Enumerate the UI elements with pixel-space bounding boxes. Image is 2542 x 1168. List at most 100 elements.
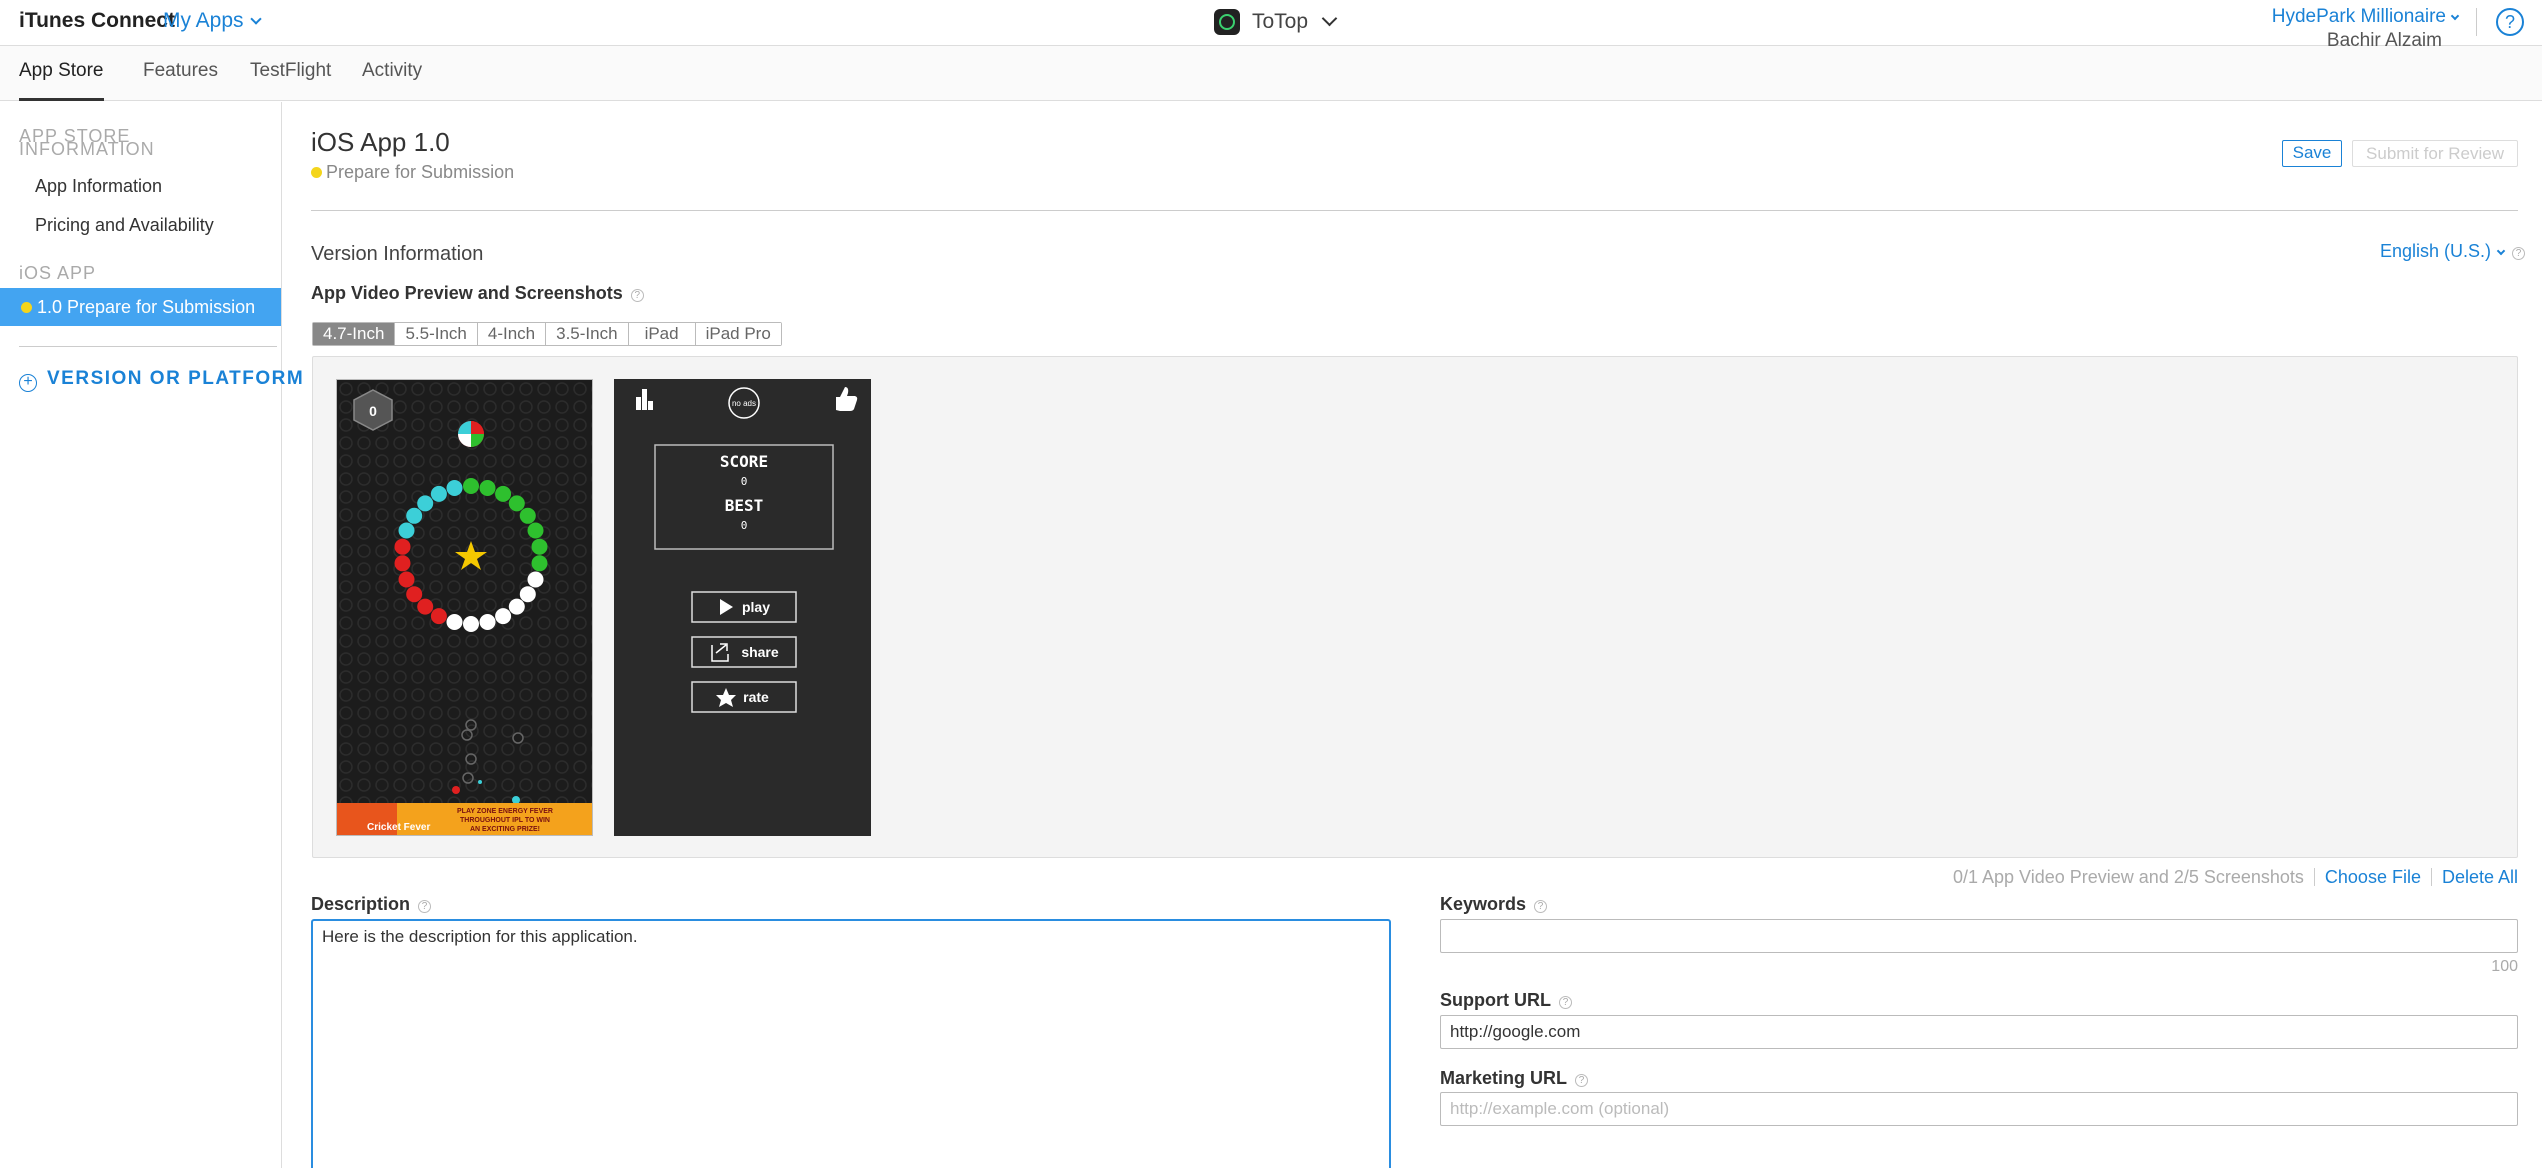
device-size-tabs: 4.7-Inch 5.5-Inch 4-Inch 3.5-Inch iPad i… [312,322,782,346]
sidebar-divider [19,346,277,347]
device-tab-5-5-inch[interactable]: 5.5-Inch [395,323,478,345]
ad-line-1: PLAY ZONE ENERGY FEVER [457,808,553,815]
description-textarea[interactable]: Here is the description for this applica… [311,919,1391,1168]
help-icon[interactable]: ? [1575,1074,1589,1087]
language-selector[interactable]: English (U.S.)? [2380,241,2526,262]
ad-line-3: AN EXCITING PRIZE! [470,826,540,833]
divider [2476,8,2477,36]
choose-file-link[interactable]: Choose File [2325,867,2421,887]
help-icon[interactable]: ? [1534,900,1548,913]
tab-bar: App Store Features TestFlight Activity [0,46,2542,101]
my-apps-label: My Apps [163,9,244,32]
tab-testflight[interactable]: TestFlight [250,60,331,82]
add-version-label: VERSION OR PLATFORM [47,368,305,389]
score-value: 0 [741,475,748,488]
ring-ball [479,614,496,630]
ring-ball [430,608,447,625]
device-tab-ipad[interactable]: iPad [628,323,696,345]
ring-ball [495,608,512,625]
ring-ball [446,480,463,496]
rate-label: rate [743,689,769,705]
ring-ball [508,598,525,615]
ring-ball [519,507,536,524]
ring-ball [398,522,415,539]
top-bar: iTunes Connect My Apps ToTop HydePark Mi… [0,0,2542,51]
ring-ball [417,495,434,512]
description-label: Description? [311,894,432,915]
support-url-input[interactable] [1440,1015,2518,1049]
no-ads-label: no ads [732,399,756,408]
ring-ball [531,538,548,555]
status-dot-icon [311,167,322,178]
ring-ball [527,522,544,539]
help-icon[interactable]: ? [1558,996,1572,1009]
account-name: HydePark Millionaire [2272,6,2460,28]
ring-ball [430,485,447,502]
marketing-url-input[interactable] [1440,1092,2518,1126]
version-information-heading: Version Information [311,243,484,265]
tab-activity[interactable]: Activity [362,60,422,82]
share-label: share [741,644,779,660]
help-icon[interactable]: ? [2512,247,2526,260]
ring-ball [394,555,411,572]
device-tab-3-5-inch[interactable]: 3.5-Inch [546,323,629,345]
help-icon[interactable]: ? [630,289,644,302]
my-apps-menu[interactable]: My Apps [163,9,262,33]
help-icon[interactable]: ? [2496,8,2524,36]
help-icon[interactable]: ? [418,900,432,913]
ad-brand: Cricket Fever [367,822,430,833]
menu-screenshot-graphic: no ads SCORE 0 BEST 0 play share rate [614,379,871,836]
ring-ball [463,616,479,632]
tab-features[interactable]: Features [143,60,218,82]
ring-ball [446,614,463,630]
game-screenshot-graphic: 0 Cricket Fever PLAY ZONE ENERGY FEVER T… [337,380,592,835]
screenshot-2[interactable]: no ads SCORE 0 BEST 0 play share rate [614,379,871,836]
ring-ball [398,571,415,588]
active-tab-indicator [19,98,104,101]
plus-circle-icon: + [19,374,37,392]
ring-ball [495,485,512,502]
sidebar-section-information: INFORMATION [19,139,155,159]
score-label: SCORE [720,452,768,471]
score-counter: 0 [369,403,377,419]
app-name: ToTop [1252,10,1309,33]
save-button[interactable]: Save [2282,140,2342,167]
ring-ball [417,598,434,615]
screenshot-1[interactable]: 0 Cricket Fever PLAY ZONE ENERGY FEVER T… [336,379,593,836]
sidebar-item-label: 1.0 Prepare for Submission [37,297,256,317]
screenshot-dropzone[interactable]: 0 Cricket Fever PLAY ZONE ENERGY FEVER T… [312,356,2518,858]
ring-ball [406,586,423,603]
sidebar-item-version-1-0[interactable]: 1.0 Prepare for Submission [0,288,281,326]
submit-for-review-button[interactable]: Submit for Review [2352,140,2518,167]
status-text: Prepare for Submission [326,162,515,182]
sidebar: APP STORE INFORMATION App Information Pr… [0,102,303,1168]
media-count-text: 0/1 App Video Preview and 2/5 Screenshot… [1953,867,2304,887]
chevron-down-icon [2496,246,2506,256]
device-tab-ipad-pro[interactable]: iPad Pro [695,323,781,345]
language-label: English (U.S.) [2380,241,2492,261]
ring-ball [394,538,411,555]
marketing-url-label: Marketing URL? [1440,1068,1589,1089]
best-label: BEST [725,496,764,515]
ring-ball [508,495,525,512]
sidebar-section-ios-app: iOS APP [19,263,97,283]
ring-ball [531,555,548,572]
app-switcher[interactable]: ToTop [1214,7,1338,37]
tab-app-store[interactable]: App Store [19,60,104,82]
add-version-or-platform-button[interactable]: + VERSION OR PLATFORM [19,368,304,392]
status-dot-icon [21,302,32,313]
device-tab-4-7-inch[interactable]: 4.7-Inch [313,323,396,345]
app-icon [1214,9,1240,35]
device-tab-4-inch[interactable]: 4-Inch [477,323,547,345]
keywords-remaining-count: 100 [2491,958,2518,975]
media-heading: App Video Preview and Screenshots? [311,283,644,304]
sidebar-item-pricing[interactable]: Pricing and Availability [35,215,214,236]
play-label: play [742,599,770,615]
keywords-input[interactable] [1440,919,2518,953]
sidebar-item-app-information[interactable]: App Information [35,176,162,197]
brand-title: iTunes Connect [19,9,175,32]
chevron-down-icon [2450,11,2460,21]
delete-all-link[interactable]: Delete All [2442,867,2518,887]
ring-ball [406,507,423,524]
ring-ball [527,571,544,588]
